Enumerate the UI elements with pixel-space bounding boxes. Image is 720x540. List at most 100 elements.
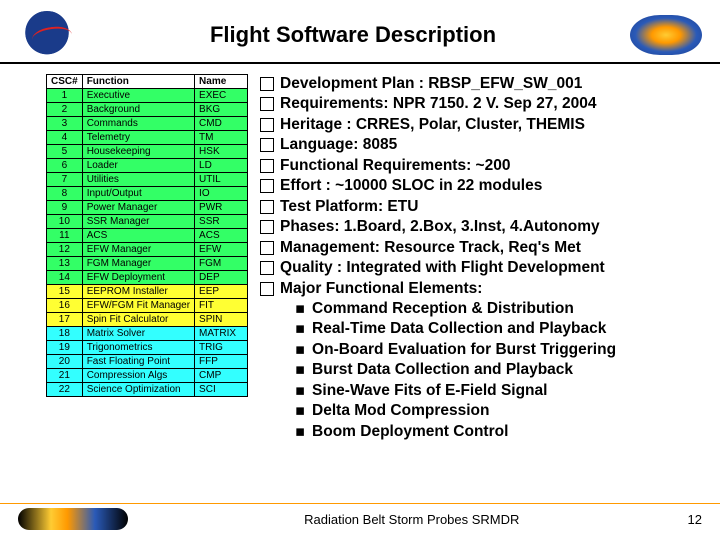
cell-cscnum: 12 (47, 243, 83, 257)
sub-bullet-text: Command Reception & Distribution (312, 299, 574, 319)
sub-bullet-text: Boom Deployment Control (312, 422, 508, 442)
bullet-item: Effort : ~10000 SLOC in 22 modules (260, 176, 616, 196)
bullet-item: Functional Requirements: ~200 (260, 156, 616, 176)
sub-bullet-text: Real-Time Data Collection and Playback (312, 319, 606, 339)
bullet-text: Quality : Integrated with Flight Develop… (280, 258, 605, 278)
cell-function: FGM Manager (82, 257, 194, 271)
table-row: 13FGM ManagerFGM (47, 257, 248, 271)
table-row: 19TrigonometricsTRIG (47, 341, 248, 355)
cell-function: Matrix Solver (82, 327, 194, 341)
cell-cscnum: 21 (47, 369, 83, 383)
sub-bullet-item: ◆Delta Mod Compression (260, 401, 616, 421)
square-bullet-icon (260, 200, 274, 214)
table-header: Function (82, 75, 194, 89)
table-row: 16EFW/FGM Fit ManagerFIT (47, 299, 248, 313)
square-bullet-icon (260, 241, 274, 255)
cell-function: EFW/FGM Fit Manager (82, 299, 194, 313)
cell-name: LD (195, 159, 248, 173)
cell-function: Housekeeping (82, 145, 194, 159)
footer-logo-icon (18, 508, 128, 530)
cell-function: Background (82, 103, 194, 117)
content-area: CSC#FunctionName 1ExecutiveEXEC2Backgrou… (0, 64, 720, 442)
sub-bullet-text: Sine-Wave Fits of E-Field Signal (312, 381, 547, 401)
cell-cscnum: 22 (47, 383, 83, 397)
page-title: Flight Software Description (76, 22, 630, 48)
cell-function: Spin Fit Calculator (82, 313, 194, 327)
table-header: CSC# (47, 75, 83, 89)
cell-function: EFW Manager (82, 243, 194, 257)
table-row: 7UtilitiesUTIL (47, 173, 248, 187)
cell-cscnum: 16 (47, 299, 83, 313)
table-row: 12EFW ManagerEFW (47, 243, 248, 257)
sub-bullet-item: ◆Boom Deployment Control (260, 422, 616, 442)
cell-function: Commands (82, 117, 194, 131)
sub-bullet-item: ◆Sine-Wave Fits of E-Field Signal (260, 381, 616, 401)
table-row: 17Spin Fit CalculatorSPIN (47, 313, 248, 327)
diamond-bullet-icon: ◆ (290, 340, 311, 361)
table-row: 6LoaderLD (47, 159, 248, 173)
cell-cscnum: 17 (47, 313, 83, 327)
bullet-text: Requirements: NPR 7150. 2 V. Sep 27, 200… (280, 94, 596, 114)
header: Flight Software Description (0, 0, 720, 64)
bullet-item: Development Plan : RBSP_EFW_SW_001 (260, 74, 616, 94)
cell-function: Fast Floating Point (82, 355, 194, 369)
cell-cscnum: 18 (47, 327, 83, 341)
table-row: 21Compression AlgsCMP (47, 369, 248, 383)
cell-name: CMP (195, 369, 248, 383)
cell-name: MATRIX (195, 327, 248, 341)
cell-name: TM (195, 131, 248, 145)
cell-function: Power Manager (82, 201, 194, 215)
cell-name: EEP (195, 285, 248, 299)
bullet-text: Effort : ~10000 SLOC in 22 modules (280, 176, 542, 196)
cell-cscnum: 13 (47, 257, 83, 271)
square-bullet-icon (260, 282, 274, 296)
sub-bullet-item: ◆Real-Time Data Collection and Playback (260, 319, 616, 339)
bullet-text: Development Plan : RBSP_EFW_SW_001 (280, 74, 582, 94)
bullet-text: Functional Requirements: ~200 (280, 156, 510, 176)
cell-function: Loader (82, 159, 194, 173)
bullet-item: Language: 8085 (260, 135, 616, 155)
square-bullet-icon (260, 118, 274, 132)
cell-name: ACS (195, 229, 248, 243)
cell-function: Utilities (82, 173, 194, 187)
bullet-text: Heritage : CRRES, Polar, Cluster, THEMIS (280, 115, 585, 135)
cell-name: TRIG (195, 341, 248, 355)
table-header: Name (195, 75, 248, 89)
sub-bullet-text: Burst Data Collection and Playback (312, 360, 573, 380)
diamond-bullet-icon: ◆ (290, 401, 311, 422)
table-row: 5HousekeepingHSK (47, 145, 248, 159)
diamond-bullet-icon: ◆ (290, 299, 311, 320)
bullet-text: Test Platform: ETU (280, 197, 418, 217)
bullet-item: Management: Resource Track, Req's Met (260, 238, 616, 258)
square-bullet-icon (260, 159, 274, 173)
cell-function: Compression Algs (82, 369, 194, 383)
cell-name: SSR (195, 215, 248, 229)
square-bullet-icon (260, 138, 274, 152)
table-row: 2BackgroundBKG (47, 103, 248, 117)
bullet-text: Language: 8085 (280, 135, 397, 155)
cell-cscnum: 8 (47, 187, 83, 201)
square-bullet-icon (260, 261, 274, 275)
cell-cscnum: 3 (47, 117, 83, 131)
table-row: 10SSR ManagerSSR (47, 215, 248, 229)
table-row: 8Input/OutputIO (47, 187, 248, 201)
bullet-item: Major Functional Elements: (260, 279, 616, 299)
cell-name: SCI (195, 383, 248, 397)
table-row: 3CommandsCMD (47, 117, 248, 131)
bullet-text: Major Functional Elements: (280, 279, 482, 299)
table-row: 9Power ManagerPWR (47, 201, 248, 215)
cell-name: CMD (195, 117, 248, 131)
cell-function: Trigonometrics (82, 341, 194, 355)
cell-cscnum: 10 (47, 215, 83, 229)
csc-table: CSC#FunctionName 1ExecutiveEXEC2Backgrou… (46, 74, 248, 397)
sub-bullet-item: ◆On-Board Evaluation for Burst Triggerin… (260, 340, 616, 360)
square-bullet-icon (260, 97, 274, 111)
square-bullet-icon (260, 220, 274, 234)
cell-cscnum: 14 (47, 271, 83, 285)
cell-function: EEPROM Installer (82, 285, 194, 299)
bullet-list: Development Plan : RBSP_EFW_SW_001Requir… (260, 74, 616, 442)
csc-table-wrap: CSC#FunctionName 1ExecutiveEXEC2Backgrou… (46, 74, 248, 442)
cell-cscnum: 15 (47, 285, 83, 299)
table-row: 14EFW DeploymentDEP (47, 271, 248, 285)
cell-name: EFW (195, 243, 248, 257)
